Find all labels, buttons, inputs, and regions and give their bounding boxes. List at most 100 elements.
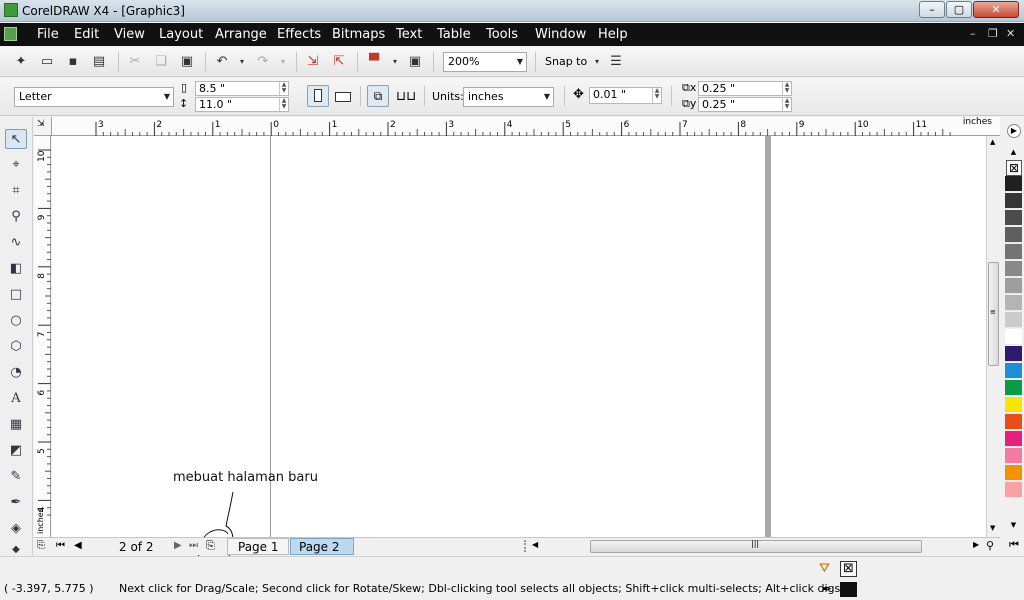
scroll-left-icon[interactable]: ◀: [532, 540, 538, 549]
ellipse-tool-icon[interactable]: ○: [5, 311, 27, 331]
print-icon[interactable]: ▤: [90, 53, 108, 71]
tab-page-1[interactable]: Page 1: [227, 538, 289, 555]
rectangle-tool-icon[interactable]: □: [5, 285, 27, 305]
minimize-button[interactable]: –: [919, 1, 945, 18]
horizontal-ruler[interactable]: 3 2 1 0 1 2 3 4 5 6 7 8 9 10 11 inches: [52, 117, 1000, 136]
undo-icon[interactable]: ↶: [213, 53, 231, 71]
zoom-tool-icon[interactable]: ⚲: [5, 207, 27, 227]
insert-page-after-icon[interactable]: ⎘: [206, 539, 215, 553]
spinner-icon[interactable]: ▲ ▼: [279, 98, 288, 111]
color-swatch[interactable]: [1005, 397, 1022, 413]
page-height-field[interactable]: 11.0 " ▲ ▼: [195, 97, 289, 112]
duplicate-x-field[interactable]: 0.25 " ▲ ▼: [698, 81, 792, 96]
snap-to-button[interactable]: Snap to: [545, 55, 587, 68]
fill-tool-icon[interactable]: ◈: [5, 519, 27, 539]
color-swatch[interactable]: [1005, 176, 1022, 192]
duplicate-y-field[interactable]: 0.25 " ▲ ▼: [698, 97, 792, 112]
basic-shapes-tool-icon[interactable]: ◔: [5, 363, 27, 383]
menu-window[interactable]: Window: [535, 27, 586, 42]
import-icon[interactable]: ⇲: [304, 53, 322, 71]
last-page-icon[interactable]: ⏭: [189, 540, 198, 551]
interactive-blend-tool-icon[interactable]: ◩: [5, 441, 27, 461]
vertical-ruler[interactable]: 10 9 8 7 6 5 4 inches: [34, 136, 51, 537]
redo-dropdown-icon[interactable]: ▾: [274, 53, 292, 71]
color-swatch[interactable]: [1005, 380, 1022, 396]
navigator-zoom-icon[interactable]: ⚲: [986, 539, 994, 552]
palette-expand-icon[interactable]: ⏮: [1006, 538, 1022, 552]
outline-tool-icon[interactable]: ✒: [5, 493, 27, 513]
horizontal-scroll-thumb[interactable]: |||: [590, 539, 922, 553]
spinner-icon[interactable]: ▲ ▼: [279, 82, 288, 95]
doc-close-icon[interactable]: ✕: [1006, 27, 1015, 40]
previous-page-icon[interactable]: ◀: [74, 540, 82, 551]
menu-tools[interactable]: Tools: [486, 27, 518, 42]
export-icon[interactable]: ⇱: [330, 53, 348, 71]
freehand-tool-icon[interactable]: ∿: [5, 233, 27, 253]
spinner-icon[interactable]: ▲ ▼: [782, 98, 791, 111]
color-swatch[interactable]: [1005, 244, 1022, 260]
outline-color-swatch[interactable]: [840, 582, 857, 597]
units-select[interactable]: inches ▼: [463, 87, 554, 107]
color-swatch[interactable]: [1005, 193, 1022, 209]
scroll-up-icon[interactable]: ▲: [990, 138, 995, 146]
menu-layout[interactable]: Layout: [159, 27, 203, 42]
vertical-scrollbar[interactable]: ▲ ≡ ▼: [986, 136, 1000, 537]
palette-scroll-up-icon[interactable]: ▲: [1005, 148, 1022, 158]
copy-icon[interactable]: ❏: [152, 53, 170, 71]
fill-color-swatch[interactable]: ⊠: [840, 561, 857, 577]
interactive-fill-tool-icon[interactable]: ◆: [5, 543, 27, 557]
color-swatch[interactable]: [1005, 261, 1022, 277]
doc-minimize-icon[interactable]: –: [970, 27, 976, 40]
menu-bitmaps[interactable]: Bitmaps: [332, 27, 385, 42]
color-swatch[interactable]: [1005, 227, 1022, 243]
launcher-dropdown-icon[interactable]: ▾: [386, 53, 404, 71]
play-arrow-icon[interactable]: ▶: [1007, 124, 1021, 138]
smart-fill-tool-icon[interactable]: ◧: [5, 259, 27, 279]
spinner-icon[interactable]: ▲ ▼: [652, 88, 661, 103]
color-swatch[interactable]: [1005, 329, 1022, 345]
options-icon[interactable]: ☰: [607, 53, 625, 71]
landscape-icon[interactable]: [335, 92, 351, 102]
color-swatch[interactable]: [1005, 210, 1022, 226]
color-swatch[interactable]: [1005, 278, 1022, 294]
first-page-icon[interactable]: ⏮: [56, 540, 65, 551]
menu-view[interactable]: View: [114, 27, 145, 42]
color-swatch[interactable]: [1005, 363, 1022, 379]
text-tool-icon[interactable]: A: [5, 389, 27, 409]
color-swatch[interactable]: [1005, 448, 1022, 464]
color-swatch[interactable]: [1005, 482, 1022, 498]
scroll-down-icon[interactable]: ▼: [990, 524, 995, 532]
shape-tool-icon[interactable]: ⌖: [5, 155, 27, 175]
doc-restore-icon[interactable]: ❐: [988, 27, 998, 40]
menu-effects[interactable]: Effects: [277, 27, 321, 42]
table-tool-icon[interactable]: ▦: [5, 415, 27, 435]
menu-arrange[interactable]: Arrange: [215, 27, 267, 42]
eyedropper-tool-icon[interactable]: ✎: [5, 467, 27, 487]
palette-scroll-down-icon[interactable]: ▼: [1005, 521, 1022, 531]
portrait-button[interactable]: [307, 85, 329, 107]
welcome-screen-icon[interactable]: ▣: [406, 53, 424, 71]
next-page-icon[interactable]: ▶: [174, 540, 182, 551]
color-swatch[interactable]: [1005, 346, 1022, 362]
spinner-icon[interactable]: ▲ ▼: [782, 82, 791, 95]
nudge-distance-field[interactable]: 0.01 " ▲ ▼: [589, 87, 662, 104]
page-width-field[interactable]: 8.5 " ▲ ▼: [195, 81, 289, 96]
color-swatch[interactable]: [1005, 312, 1022, 328]
document-icon[interactable]: [4, 27, 17, 41]
tab-page-2[interactable]: Page 2: [290, 538, 354, 555]
undo-dropdown-icon[interactable]: ▾: [233, 53, 251, 71]
color-swatch[interactable]: [1005, 295, 1022, 311]
close-button[interactable]: ✕: [973, 1, 1019, 18]
scroll-right-icon[interactable]: ▶: [973, 540, 979, 549]
current-page-icon[interactable]: ⊔⊔: [396, 89, 416, 104]
ruler-origin[interactable]: ⇲: [34, 117, 52, 136]
pick-tool-icon[interactable]: ↖: [5, 129, 27, 149]
all-pages-button[interactable]: ⧉: [367, 85, 389, 107]
save-icon[interactable]: ▪: [64, 53, 82, 71]
splitter-handle[interactable]: [524, 540, 528, 552]
menu-table[interactable]: Table: [437, 27, 471, 42]
snap-dropdown-icon[interactable]: ▾: [588, 53, 606, 71]
new-document-icon[interactable]: ✦: [12, 53, 30, 71]
page-size-select[interactable]: Letter ▼: [14, 87, 174, 107]
insert-page-before-icon[interactable]: ⎘: [37, 540, 45, 551]
